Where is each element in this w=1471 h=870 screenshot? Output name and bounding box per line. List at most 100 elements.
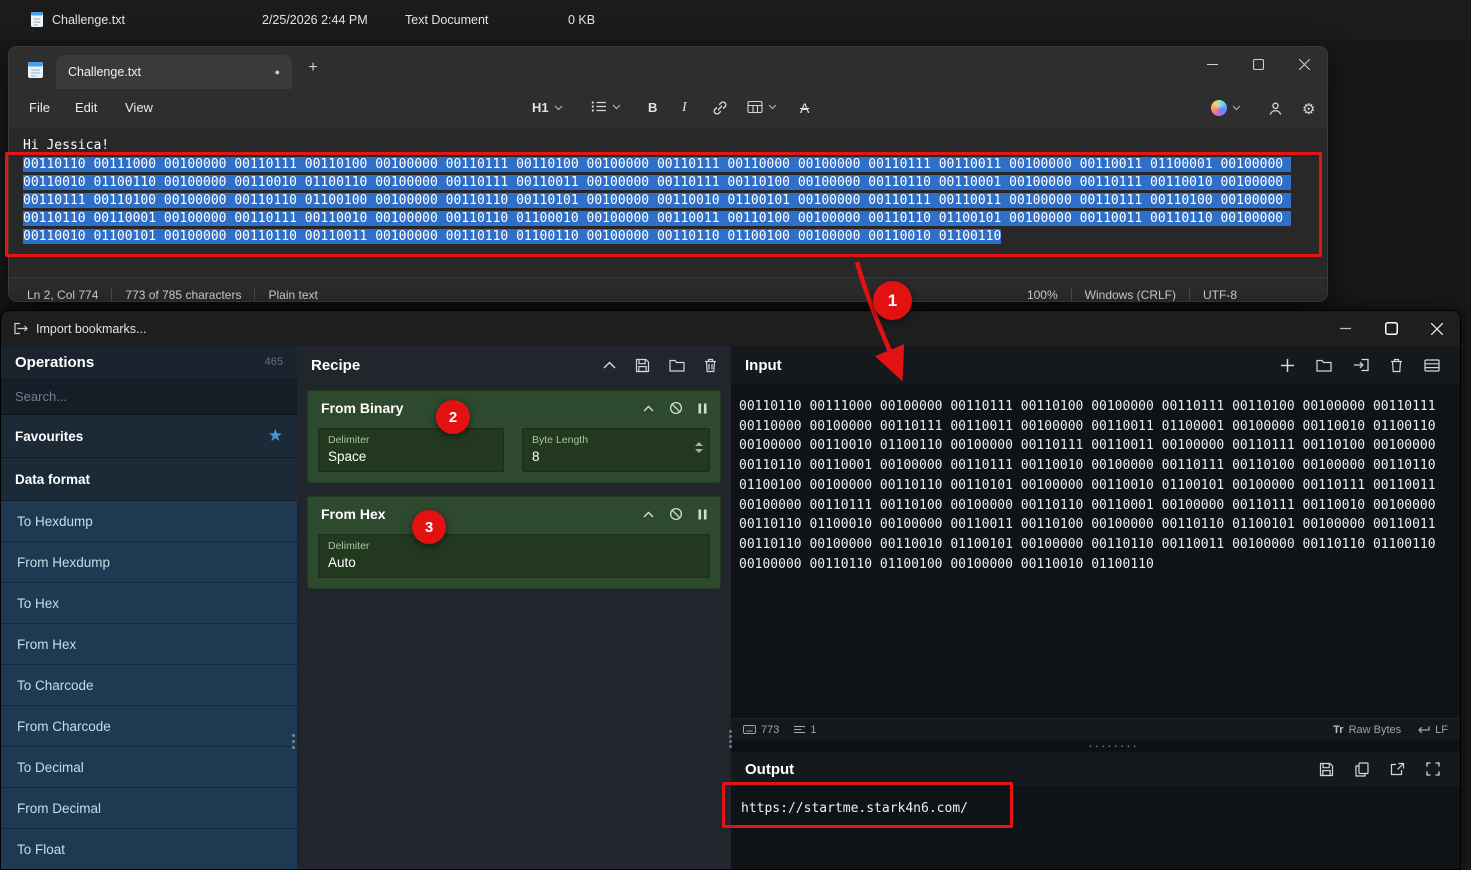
bold-button[interactable]: B [643,97,662,118]
operation-item-from-hexdump[interactable]: From Hexdump [1,542,297,583]
maximize-output-button[interactable] [1426,762,1440,776]
input-title: Input [745,356,782,374]
notepad-statusbar: Ln 2, Col 774 773 of 785 characters Plai… [9,277,1327,302]
save-output-button[interactable] [1319,762,1334,777]
pane-splitter[interactable] [729,730,732,748]
text-encoding-icon: Tr [1333,723,1344,736]
notepad-menubar: File Edit View H1 B I A ⚙ [9,89,1327,128]
operation-item-from-decimal[interactable]: From Decimal [1,788,297,829]
output-title: Output [745,760,795,778]
minimize-button[interactable] [1189,47,1235,81]
clear-recipe-button[interactable] [704,358,717,373]
menu-view[interactable]: View [117,98,161,117]
open-output-button[interactable] [1390,762,1405,776]
operations-count: 465 [264,356,283,369]
table-button[interactable] [742,97,782,117]
favourites-row[interactable]: Favourites ★ [1,415,297,458]
load-recipe-button[interactable] [669,359,685,372]
byte-length-field[interactable]: Byte Length 8 [522,428,710,472]
input-textarea[interactable]: 00110110 00111000 00100000 00110111 0011… [731,384,1460,718]
maximize-button[interactable] [1368,311,1414,346]
cyberchef-window: Import bookmarks... Operations 465 Favou… [0,310,1461,870]
collapse-recipe-icon[interactable] [603,361,616,369]
eol-toggle[interactable]: LF [1417,724,1448,736]
operation-item-to-hex[interactable]: To Hex [1,583,297,624]
operation-item-to-float[interactable]: To Float [1,829,297,869]
explorer-row[interactable]: Challenge.txt 2/25/2026 2:44 PM Text Doc… [0,0,1471,40]
import-bookmarks-button[interactable]: Import bookmarks... [13,322,146,336]
category-data-format[interactable]: Data format [1,458,297,501]
stepper[interactable] [695,441,703,454]
breakpoint-op-icon[interactable] [698,509,707,520]
account-button[interactable] [1262,97,1289,120]
recipe-op-from-hex[interactable]: From Hex Delimiter Auto [307,496,721,589]
binary-line: 00110010 01100110 00100000 00110010 0110… [23,175,1291,190]
operation-item-from-hex[interactable]: From Hex [1,624,297,665]
close-button[interactable] [1414,311,1460,346]
operation-item-from-charcode[interactable]: From Charcode [1,706,297,747]
greeting-line: Hi Jessica! [23,138,110,153]
raw-bytes-toggle[interactable]: Tr Raw Bytes [1333,724,1401,736]
cyberchef-titlebar: Import bookmarks... [1,311,1460,346]
editor[interactable]: Hi Jessica! 00110110 00111000 00100000 0… [9,128,1327,277]
italic-button[interactable]: I [677,97,692,119]
operation-item-to-decimal[interactable]: To Decimal [1,747,297,788]
delimiter-field[interactable]: Delimiter Auto [318,534,710,578]
breakpoint-op-icon[interactable] [698,403,707,414]
import-icon [13,322,28,335]
operation-item-to-charcode[interactable]: To Charcode [1,665,297,706]
binary-line: 00110111 00110100 00100000 00110110 0110… [23,193,1291,208]
chevron-down-icon [1232,105,1241,111]
search-box[interactable] [1,378,297,415]
open-file-button[interactable] [1316,359,1332,372]
delimiter-field[interactable]: Delimiter Space [318,428,505,472]
line-ending: Windows (CRLF) [1084,287,1176,302]
maximize-button[interactable] [1235,47,1281,81]
link-button[interactable] [707,97,733,119]
doc-mode: Plain text [268,287,318,302]
save-recipe-button[interactable] [635,358,650,373]
add-input-tab-button[interactable] [1280,358,1295,373]
chevron-down-icon [612,104,621,110]
input-statusbar: 773 1 Tr Raw Bytes LF [731,718,1460,740]
io-splitter[interactable]: ········ [731,738,1460,753]
search-input[interactable] [1,388,297,404]
recipe-title: Recipe [311,356,361,374]
list-button[interactable] [586,97,626,116]
zoom-level: 100% [1026,287,1058,302]
panel-resize-handle[interactable] [292,734,295,749]
input-settings-icon[interactable] [1424,358,1440,372]
settings-button[interactable]: ⚙ [1297,97,1320,121]
person-icon [1267,100,1284,117]
cursor-position: Ln 2, Col 774 [27,287,99,302]
operations-panel: Operations 465 Favourites ★ Data format … [1,346,297,869]
splitter-handle[interactable]: ········ [1088,738,1139,753]
collapse-op-icon[interactable] [643,405,654,412]
disable-op-icon[interactable] [669,507,683,521]
chevron-down-icon [554,105,563,111]
operation-item-to-hexdump[interactable]: To Hexdump [1,501,297,542]
collapse-op-icon[interactable] [643,511,654,518]
recipe-panel: Recipe From Binary Delimiter Space Byte … [297,346,731,869]
notepad-tab[interactable]: Challenge.txt ● [56,55,292,89]
operations-title: Operations [15,353,95,371]
step3-badge: 3 [412,510,446,544]
heading-button[interactable]: H1 [527,97,568,118]
recipe-op-from-binary[interactable]: From Binary Delimiter Space Byte Length … [307,390,721,483]
menu-file[interactable]: File [21,98,58,117]
close-button[interactable] [1281,47,1327,81]
minimize-button[interactable] [1322,311,1368,346]
binary-line: 00110010 01100101 00100000 00110110 0011… [23,229,1002,244]
list-icon [591,100,607,113]
copilot-button[interactable] [1206,97,1246,119]
open-folder-input-button[interactable] [1353,358,1369,372]
binary-line: 00110110 00110001 00100000 00110111 0011… [23,211,1291,226]
clear-io-button[interactable] [1390,358,1403,373]
input-line-count: 1 [810,723,817,736]
disable-op-icon[interactable] [669,401,683,415]
new-tab-button[interactable]: + [298,53,328,83]
clear-format-button[interactable]: A [795,97,814,119]
notepad-app-icon [27,60,44,79]
copy-output-button[interactable] [1355,761,1369,777]
menu-edit[interactable]: Edit [67,98,105,117]
